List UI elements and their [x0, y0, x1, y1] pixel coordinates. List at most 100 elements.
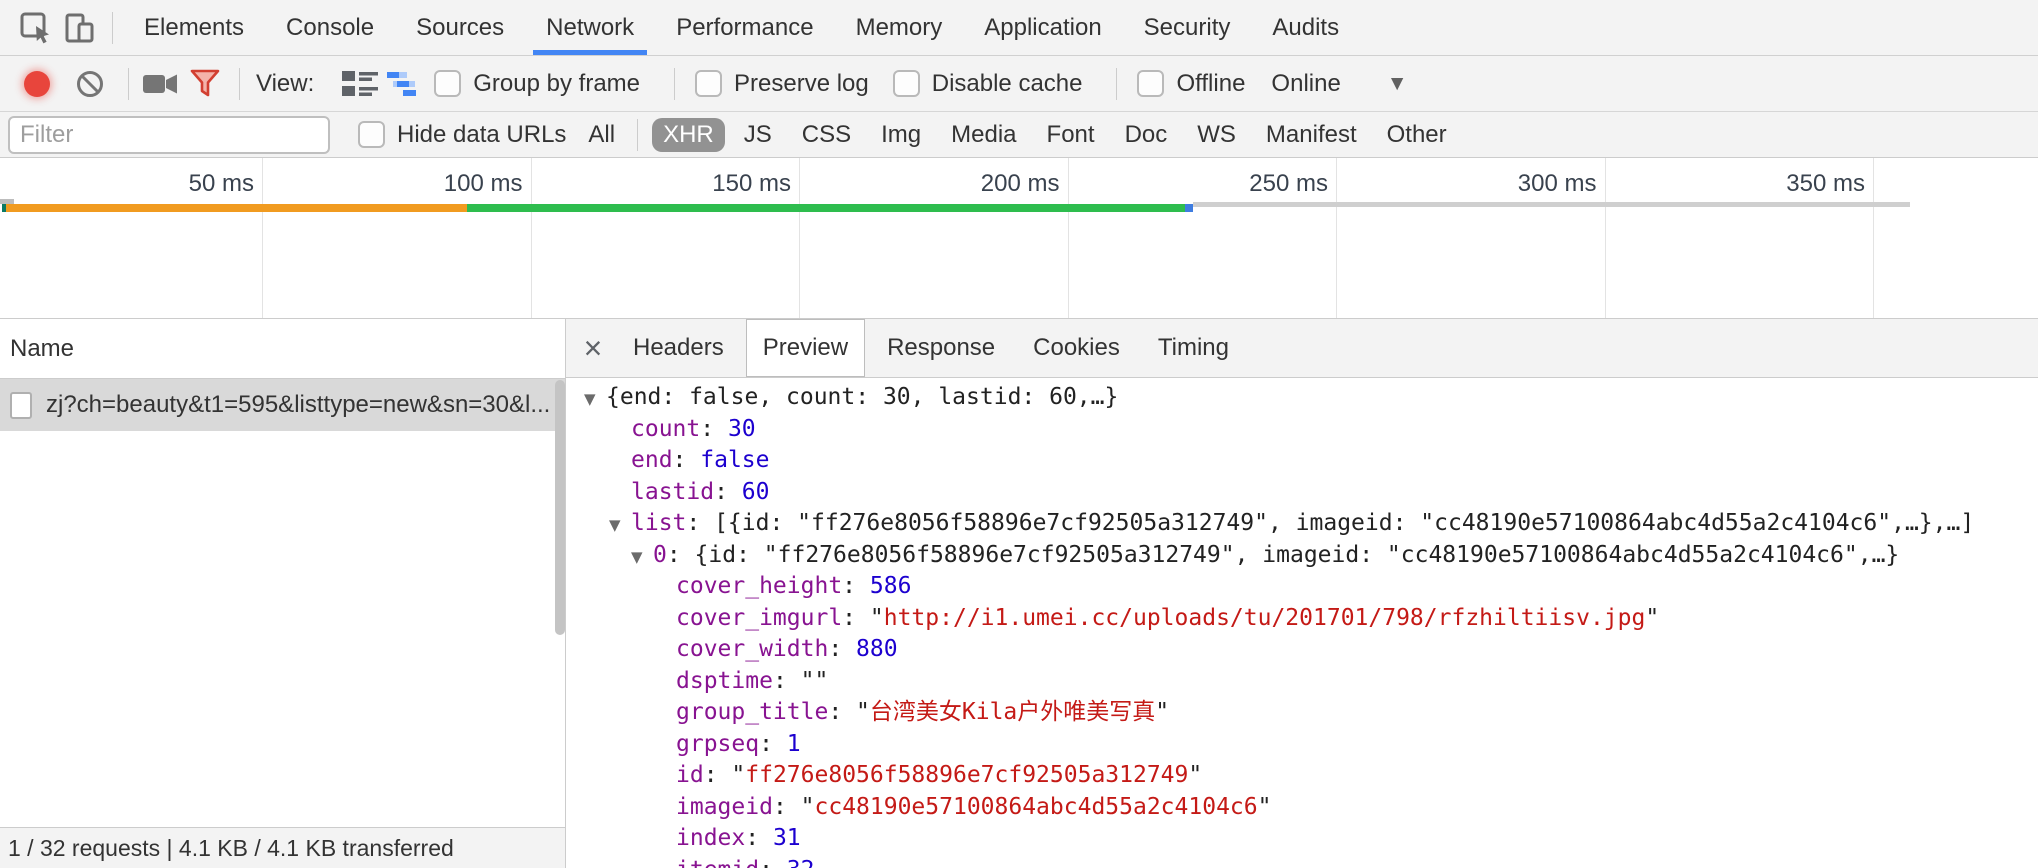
main-tab-bar: ElementsConsoleSourcesNetworkPerformance… [0, 0, 2038, 56]
detail-tab-cookies[interactable]: Cookies [1017, 319, 1136, 377]
request-row[interactable]: zj?ch=beauty&t1=595&listtype=new&sn=30&l… [0, 379, 565, 431]
detail-tab-response[interactable]: Response [871, 319, 1011, 377]
tab-application[interactable]: Application [963, 0, 1122, 55]
tab-audits[interactable]: Audits [1251, 0, 1360, 55]
tab-security[interactable]: Security [1123, 0, 1252, 55]
tree-segment: index [676, 825, 745, 851]
tab-sources[interactable]: Sources [395, 0, 525, 55]
tree-segment: 31 [773, 825, 801, 851]
tree-row[interactable]: index: 31 [566, 823, 2038, 855]
tree-segment: cover_height [676, 573, 842, 599]
filter-type-media[interactable]: Media [940, 118, 1027, 152]
tree-row[interactable]: cover_imgurl: "http://i1.umei.cc/uploads… [566, 603, 2038, 635]
filter-type-img[interactable]: Img [870, 118, 932, 152]
tree-segment: : [842, 605, 870, 631]
filter-type-xhr[interactable]: XHR [652, 118, 725, 152]
timeline-gridline [262, 158, 263, 318]
tree-segment: " [856, 699, 870, 725]
group-by-frame-checkbox[interactable] [434, 70, 461, 97]
expand-triangle-icon[interactable]: ▼ [584, 384, 606, 414]
tree-row[interactable]: ▼0: {id: "ff276e8056f58896e7cf92505a3127… [566, 540, 2038, 572]
tab-performance[interactable]: Performance [655, 0, 834, 55]
screenshot-camera-icon[interactable] [139, 62, 183, 106]
detail-tab-preview[interactable]: Preview [746, 319, 865, 377]
filter-type-manifest[interactable]: Manifest [1255, 118, 1368, 152]
expand-triangle-icon[interactable]: ▼ [631, 542, 653, 572]
timeline-gridline [1605, 158, 1606, 318]
tab-network[interactable]: Network [525, 0, 655, 55]
offline-checkbox[interactable] [1137, 70, 1164, 97]
network-toolbar: View: Group by frame Preserve log Disabl… [0, 56, 2038, 112]
inspect-element-icon[interactable] [14, 6, 58, 50]
divider [674, 68, 675, 100]
throttling-select-value[interactable]: Online [1271, 70, 1340, 98]
status-text: 1 / 32 requests | 4.1 KB / 4.1 KB transf… [8, 835, 454, 862]
overview-end-cap-bar [1185, 204, 1193, 212]
detail-tab-headers[interactable]: Headers [617, 319, 740, 377]
filter-type-font[interactable]: Font [1036, 118, 1106, 152]
tree-segment: ff276e8056f58896e7cf92505a312749 [745, 762, 1188, 788]
filter-type-other[interactable]: Other [1376, 118, 1458, 152]
request-name: zj?ch=beauty&t1=595&listtype=new&sn=30&l… [46, 391, 550, 419]
tree-row[interactable]: count: 30 [566, 414, 2038, 446]
tree-segment: : {id: "ff276e8056f58896e7cf92505a312749… [667, 542, 1899, 568]
large-rows-view-icon[interactable] [338, 62, 382, 106]
tree-row[interactable]: dsptime: "" [566, 666, 2038, 698]
tree-segment: : [828, 699, 856, 725]
tree-row[interactable]: cover_width: 880 [566, 634, 2038, 666]
pane-divider[interactable] [565, 319, 566, 868]
tree-segment: itemid [676, 857, 759, 868]
scrollbar-thumb[interactable] [555, 380, 565, 635]
disable-cache-checkbox[interactable] [893, 70, 920, 97]
filter-type-doc[interactable]: Doc [1114, 118, 1179, 152]
tree-row[interactable]: lastid: 60 [566, 477, 2038, 509]
overview-idle-bar [1193, 202, 1910, 207]
tree-segment: : [{id: "ff276e8056f58896e7cf92505a31274… [686, 510, 1974, 536]
tree-segment: list [631, 510, 686, 536]
filter-type-css[interactable]: CSS [791, 118, 862, 152]
waterfall-overview-icon[interactable] [382, 62, 426, 106]
hide-data-urls-label: Hide data URLs [397, 121, 566, 149]
tab-memory[interactable]: Memory [835, 0, 964, 55]
divider [1116, 68, 1117, 100]
tree-segment: : [759, 857, 787, 868]
timeline-gridline [531, 158, 532, 318]
filter-type-ws[interactable]: WS [1186, 118, 1247, 152]
name-column-header[interactable]: Name [0, 319, 565, 379]
filter-type-all[interactable]: All [588, 121, 615, 149]
tree-row[interactable]: cover_height: 586 [566, 571, 2038, 603]
tree-row[interactable]: ▼list: [{id: "ff276e8056f58896e7cf92505a… [566, 508, 2038, 540]
tree-segment: : [714, 479, 742, 505]
filter-input[interactable] [8, 116, 330, 154]
timeline-overview[interactable]: 50 ms100 ms150 ms200 ms250 ms300 ms350 m… [0, 158, 2038, 319]
close-icon[interactable]: × [572, 332, 614, 364]
tree-row[interactable]: grpseq: 1 [566, 729, 2038, 761]
filter-bar: Hide data URLs All XHRJSCSSImgMedia FontD… [0, 112, 2038, 158]
hide-data-urls-checkbox[interactable] [358, 121, 385, 148]
record-icon[interactable] [24, 71, 50, 97]
detail-tab-bar: × HeadersPreviewResponseCookiesTiming [566, 319, 2038, 378]
tree-row[interactable]: id: "ff276e8056f58896e7cf92505a312749" [566, 760, 2038, 792]
expand-triangle-icon[interactable]: ▼ [609, 510, 631, 540]
tree-segment: dsptime [676, 668, 773, 694]
tree-row[interactable]: group_title: "台湾美女Kila户外唯美写真" [566, 697, 2038, 729]
timeline-tick-label: 50 ms [104, 170, 254, 198]
tree-row[interactable]: ▼{end: false, count: 30, lastid: 60,…} [566, 382, 2038, 414]
timeline-gridline [1873, 158, 1874, 318]
tab-elements[interactable]: Elements [123, 0, 265, 55]
throttling-caret-icon[interactable]: ▼ [1387, 72, 1408, 96]
tree-segment: " [1645, 605, 1659, 631]
tree-row[interactable]: itemid: 32 [566, 855, 2038, 868]
tree-row[interactable]: end: false [566, 445, 2038, 477]
tab-console[interactable]: Console [265, 0, 395, 55]
detail-tab-timing[interactable]: Timing [1142, 319, 1245, 377]
tree-row[interactable]: imageid: "cc48190e57100864abc4d55a2c4104… [566, 792, 2038, 824]
tree-segment: cover_imgurl [676, 605, 842, 631]
timeline-tick-label: 300 ms [1447, 170, 1597, 198]
filter-funnel-icon[interactable] [183, 62, 227, 106]
device-toolbar-icon[interactable] [58, 6, 102, 50]
tree-segment: end [631, 447, 673, 473]
clear-icon[interactable] [68, 62, 112, 106]
filter-type-js[interactable]: JS [733, 118, 783, 152]
preserve-log-checkbox[interactable] [695, 70, 722, 97]
